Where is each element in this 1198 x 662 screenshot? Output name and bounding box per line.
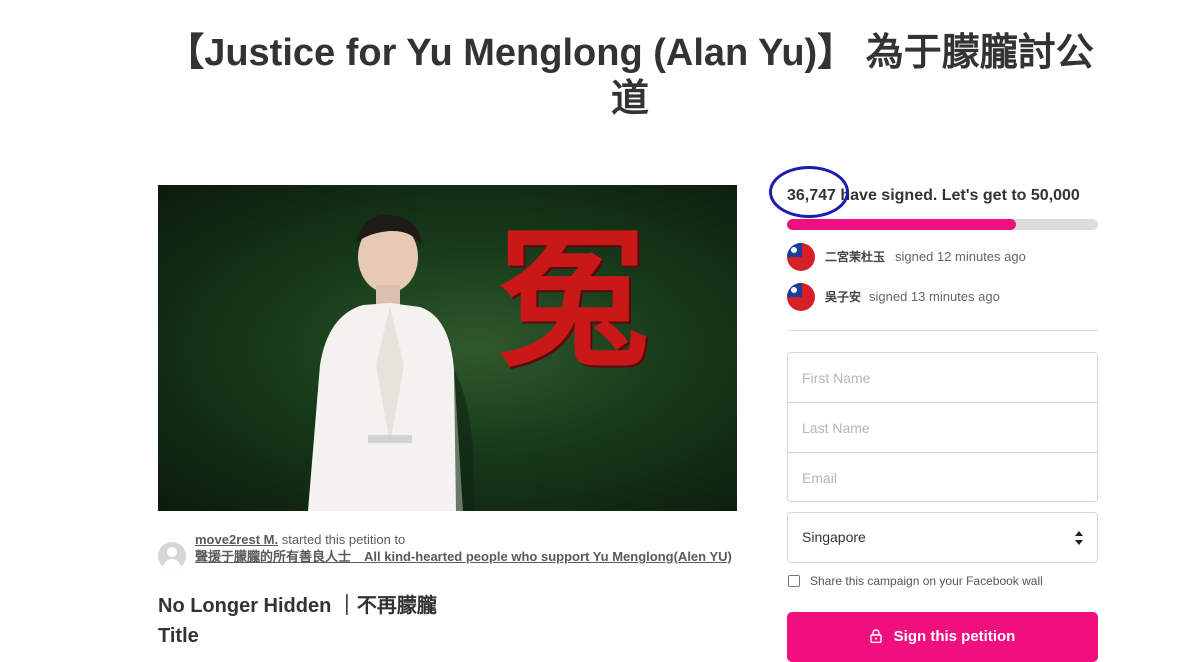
starter-action: started this petition to (281, 532, 406, 547)
signer-time: signed 13 minutes ago (869, 289, 1000, 304)
highlight-circle (769, 166, 849, 218)
starter-name-link[interactable]: move2rest M. (195, 532, 278, 547)
signer-form-fields (787, 352, 1098, 502)
country-select[interactable]: Singapore (787, 512, 1098, 563)
hero-illustration (308, 214, 474, 511)
petition-hero-image: 冤 (158, 185, 737, 511)
signature-progress-bar (787, 219, 1098, 230)
select-arrows-icon (1075, 531, 1083, 545)
facebook-share-label: Share this campaign on your Facebook wal… (810, 574, 1043, 588)
first-name-field[interactable] (788, 353, 1097, 403)
recent-signer: 吳子安 signed 13 minutes ago (787, 283, 1098, 311)
hero-character: 冤 (498, 212, 649, 388)
lock-icon (869, 628, 882, 643)
divider (787, 330, 1098, 331)
section-title: Title (158, 625, 199, 647)
signer-name: 吳子安 (825, 290, 862, 304)
progress-fill (787, 219, 1016, 230)
signature-goal-text: have signed. Let's get to 50,000 (835, 187, 1080, 204)
sign-sidebar: 36,747 have signed. Let's get to 50,000 … (769, 0, 1098, 662)
recent-signer: 二宮茉杜玉 signed 12 minutes ago (787, 243, 1098, 271)
country-value: Singapore (802, 529, 866, 545)
sign-petition-label: Sign this petition (893, 628, 1016, 645)
email-field[interactable] (788, 453, 1097, 501)
petition-subtitle: No Longer Hidden ｜不再朦朧 (158, 595, 437, 617)
avatar (158, 542, 186, 570)
signer-name: 二宮茉杜玉 (825, 250, 886, 264)
taiwan-flag-icon (787, 243, 815, 271)
sign-petition-button[interactable]: Sign this petition (787, 612, 1098, 662)
last-name-field[interactable] (788, 403, 1097, 453)
taiwan-flag-icon (787, 283, 815, 311)
facebook-share-option: Share this campaign on your Facebook wal… (787, 574, 1098, 590)
facebook-share-checkbox[interactable] (788, 575, 800, 587)
recipient-link[interactable]: 聲援于朦朧的所有善良人士 All kind-hearted people who… (195, 549, 732, 564)
signer-time: signed 12 minutes ago (895, 249, 1026, 264)
